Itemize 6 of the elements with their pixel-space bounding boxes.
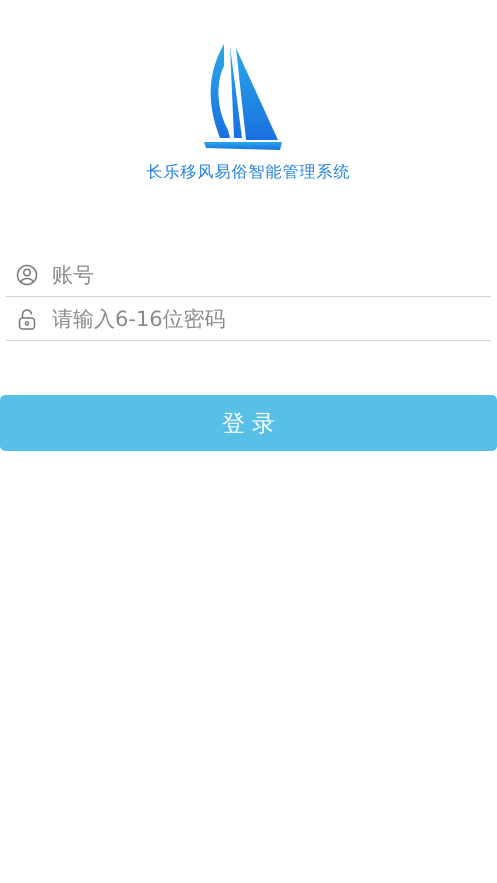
lock-icon xyxy=(16,308,38,330)
app-title: 长乐移风易俗智能管理系统 xyxy=(146,162,350,183)
input-field[interactable]: 请输入6-16位密码 xyxy=(52,306,491,330)
user-icon xyxy=(16,264,38,286)
login-button[interactable]: 登 录 xyxy=(0,395,497,451)
input-field[interactable]: 账号 xyxy=(52,262,491,286)
